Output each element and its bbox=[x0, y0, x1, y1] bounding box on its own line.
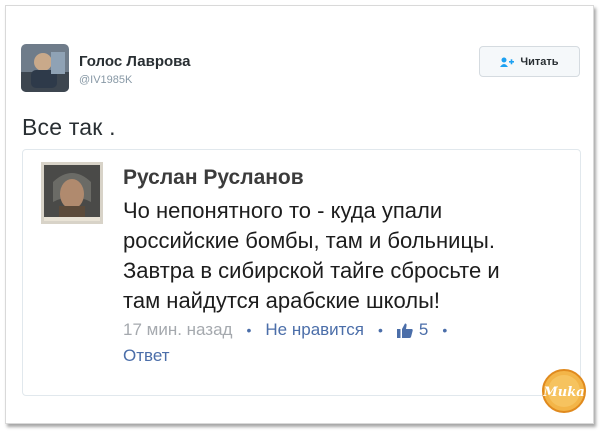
reply-button[interactable]: Ответ bbox=[123, 346, 170, 366]
unlike-button[interactable]: Не нравится bbox=[265, 320, 364, 340]
author-handle[interactable]: @IV1985K bbox=[79, 74, 132, 86]
thumbs-up-icon[interactable] bbox=[396, 323, 413, 338]
meta-separator: • bbox=[442, 322, 448, 338]
comment-timestamp[interactable]: 17 мин. назад bbox=[123, 320, 232, 340]
svg-text:Muka: Muka bbox=[542, 385, 584, 400]
tweet-text: Все так . bbox=[22, 114, 116, 140]
meta-separator: • bbox=[246, 322, 252, 338]
author-name[interactable]: Голос Лаврова bbox=[79, 53, 191, 70]
author-avatar[interactable] bbox=[21, 44, 69, 92]
follow-button[interactable]: Читать bbox=[479, 46, 580, 77]
comment-body: Чо непонятного то - куда упали российски… bbox=[123, 196, 563, 316]
comment-line: российские бомбы, там и больницы. bbox=[123, 228, 495, 253]
tweet-header: Голос Лаврова @IV1985K Читать bbox=[21, 44, 581, 92]
comment-line: Чо непонятного то - куда упали bbox=[123, 198, 443, 223]
like-count: 5 bbox=[418, 320, 429, 339]
commenter-name[interactable]: Руслан Русланов bbox=[123, 166, 304, 190]
follow-label: Читать bbox=[520, 55, 559, 68]
comment-meta: 17 мин. назад • Не нравится • 5 • bbox=[123, 320, 461, 340]
quoted-comment-card: Руслан Русланов Чо непонятного то - куда… bbox=[22, 149, 581, 396]
comment-line: там найдутся арабские школы! bbox=[123, 288, 441, 313]
commenter-avatar[interactable] bbox=[41, 162, 103, 224]
watermark-logo: Muka bbox=[541, 368, 587, 414]
meta-separator: • bbox=[377, 322, 383, 338]
add-user-icon bbox=[500, 57, 515, 67]
comment-line: Завтра в сибирской тайге сбросьте и bbox=[123, 258, 500, 283]
